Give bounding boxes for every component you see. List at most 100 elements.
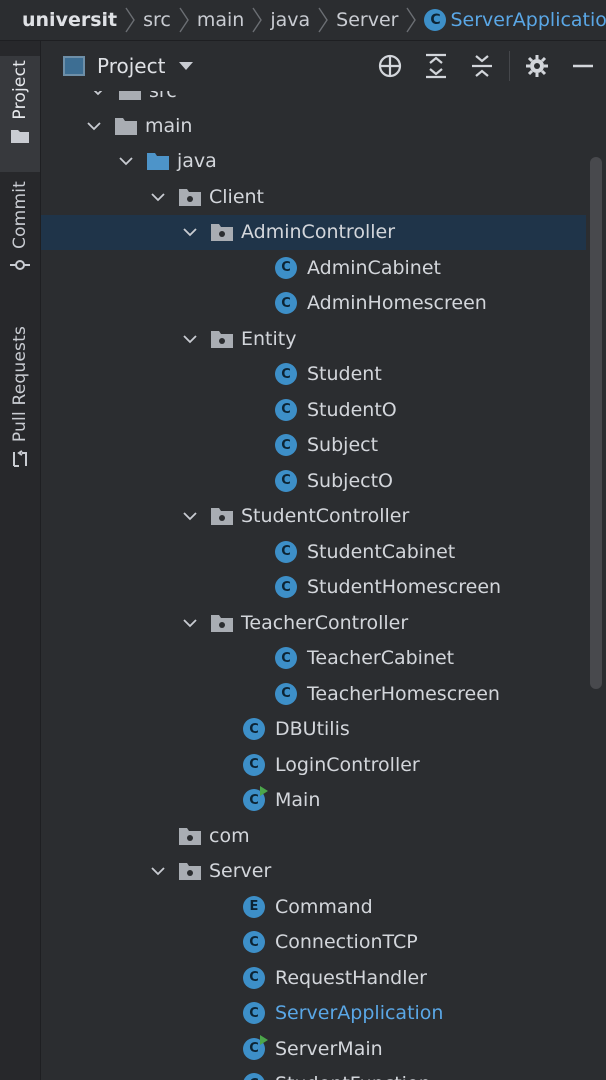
tree-row-client[interactable]: Client bbox=[41, 179, 586, 214]
chevron-down-icon bbox=[89, 91, 107, 100]
tree-row-studenthomescreen[interactable]: C StudentHomescreen bbox=[41, 570, 586, 605]
tree-label: AdminController bbox=[241, 221, 396, 243]
tree-row-admincabinet[interactable]: C AdminCabinet bbox=[41, 250, 586, 285]
settings-button[interactable] bbox=[514, 41, 560, 91]
collapse-all-icon bbox=[472, 55, 492, 77]
class-icon: C bbox=[275, 363, 297, 385]
project-tool-label: Project bbox=[10, 60, 30, 120]
run-marker-icon bbox=[260, 786, 268, 796]
chevron-down-icon[interactable] bbox=[181, 614, 199, 632]
tree-label: StudentCabinet bbox=[307, 540, 456, 563]
tree-label: main bbox=[145, 114, 193, 137]
tree-label: StudentHomescreen bbox=[307, 576, 502, 598]
tree-row-connectiontcp[interactable]: C ConnectionTCP bbox=[41, 925, 586, 960]
class-icon: C bbox=[275, 292, 297, 314]
tree-row-serverapplication[interactable]: C ServerApplication bbox=[41, 996, 586, 1031]
tree-label: Command bbox=[275, 895, 373, 918]
breadcrumb-item-project[interactable]: universit bbox=[0, 9, 121, 31]
tree-row-teachercontroller[interactable]: TeacherController bbox=[41, 605, 586, 640]
chevron-down-icon[interactable] bbox=[181, 330, 199, 348]
tree-label: DBUtilis bbox=[275, 718, 350, 740]
breadcrumb-label: java bbox=[270, 9, 311, 31]
tree-row-entity[interactable]: Entity bbox=[41, 321, 586, 356]
tree-label: com bbox=[209, 824, 250, 847]
project-tool-button[interactable]: Project bbox=[0, 56, 40, 172]
tree-row-main[interactable]: main bbox=[41, 108, 586, 143]
class-icon: C bbox=[243, 1034, 268, 1060]
tree-label: TeacherCabinet bbox=[307, 647, 455, 669]
tree-row-teacherhomescreen[interactable]: C TeacherHomescreen bbox=[41, 676, 586, 711]
pull-requests-tool-button[interactable]: Pull Requests bbox=[0, 326, 40, 472]
class-icon: C bbox=[275, 540, 297, 563]
tree-row-studentcontroller[interactable]: StudentController bbox=[41, 499, 586, 534]
class-icon: C bbox=[275, 398, 297, 421]
class-icon: C bbox=[243, 1002, 265, 1024]
project-panel-header: Project bbox=[41, 41, 606, 91]
class-icon: C bbox=[275, 434, 297, 456]
tree-row-src[interactable]: src bbox=[41, 91, 586, 108]
package-icon bbox=[179, 827, 201, 845]
source-folder-icon bbox=[147, 152, 169, 170]
hide-panel-button[interactable] bbox=[560, 41, 606, 91]
chevron-down-icon[interactable] bbox=[149, 862, 167, 880]
chevron-down-icon[interactable] bbox=[181, 223, 199, 241]
package-icon bbox=[179, 188, 201, 206]
chevron-right-icon bbox=[125, 5, 135, 35]
tree-row-adminhomescreen[interactable]: C AdminHomescreen bbox=[41, 286, 586, 321]
panel-toolbar bbox=[367, 41, 606, 91]
chevron-down-icon[interactable] bbox=[179, 62, 194, 70]
tree-row-com[interactable]: com bbox=[41, 818, 586, 853]
chevron-right-icon bbox=[179, 5, 189, 35]
tree-row-admincontroller[interactable]: AdminController bbox=[41, 214, 586, 250]
tree-row-server[interactable]: Server bbox=[41, 854, 586, 889]
toolbar-divider bbox=[509, 51, 510, 81]
tree-label: Server bbox=[209, 860, 272, 882]
scrollbar-thumb[interactable] bbox=[590, 157, 602, 689]
tree-row-studentcabinet[interactable]: C StudentCabinet bbox=[41, 534, 586, 569]
tree-row-teachercabinet[interactable]: C TeacherCabinet bbox=[41, 641, 586, 676]
breadcrumb-item-main[interactable]: main bbox=[193, 9, 248, 31]
breadcrumb-label: ServerApplication bbox=[450, 9, 606, 31]
tree-row-subjecto[interactable]: C SubjectO bbox=[41, 463, 586, 498]
commit-tool-label: Commit bbox=[10, 181, 30, 249]
tree-label: Subject bbox=[307, 434, 379, 456]
tree-row-logincontroller[interactable]: C LoginController bbox=[41, 747, 586, 782]
project-window-icon bbox=[63, 56, 85, 76]
panel-title[interactable]: Project bbox=[97, 54, 165, 78]
package-icon bbox=[179, 862, 201, 880]
chevron-down-icon[interactable] bbox=[181, 507, 199, 525]
breadcrumb-label: main bbox=[196, 9, 245, 31]
class-icon: C bbox=[275, 647, 297, 669]
tree-row-command[interactable]: E Command bbox=[41, 889, 586, 924]
tree-row-student[interactable]: C Student bbox=[41, 357, 586, 392]
tree-row-studentfunction[interactable]: C StudentFunction bbox=[41, 1067, 586, 1080]
tree-row-subject[interactable]: C Subject bbox=[41, 428, 586, 463]
pull-requests-tool-label: Pull Requests bbox=[10, 326, 30, 443]
chevron-down-icon[interactable] bbox=[149, 188, 167, 206]
folder-icon bbox=[11, 128, 29, 147]
class-icon: C bbox=[243, 931, 265, 953]
tree-scrollbar[interactable] bbox=[586, 91, 606, 1080]
tree-row-dbutilis[interactable]: C DBUtilis bbox=[41, 712, 586, 747]
commit-tool-button[interactable]: Commit bbox=[0, 181, 40, 277]
breadcrumb-label: universit bbox=[22, 9, 118, 31]
chevron-down-icon[interactable] bbox=[117, 152, 135, 170]
tree-row-servermain[interactable]: C ServerMain bbox=[41, 1031, 586, 1066]
breadcrumb-item-server[interactable]: Server bbox=[332, 9, 402, 31]
select-opened-file-button[interactable] bbox=[367, 41, 413, 91]
expand-all-button[interactable] bbox=[413, 41, 459, 91]
collapse-all-button[interactable] bbox=[459, 41, 505, 91]
breadcrumb-item-serverapplication[interactable]: C ServerApplication bbox=[420, 9, 606, 31]
package-icon bbox=[211, 507, 233, 525]
tree-label: Main bbox=[275, 789, 321, 811]
chevron-down-icon[interactable] bbox=[85, 117, 103, 135]
chevron-right-icon bbox=[406, 5, 417, 35]
tree-row-main[interactable]: C Main bbox=[41, 783, 586, 818]
tree-row-studento[interactable]: C StudentO bbox=[41, 392, 586, 427]
tree-row-java[interactable]: java bbox=[41, 144, 586, 179]
breadcrumb-item-src[interactable]: src bbox=[139, 9, 175, 31]
tree-row-requesthandler[interactable]: C RequestHandler bbox=[41, 960, 586, 995]
class-icon: C bbox=[243, 718, 265, 740]
tree-label: ServerApplication bbox=[275, 1002, 444, 1024]
breadcrumb-item-java[interactable]: java bbox=[266, 9, 314, 31]
